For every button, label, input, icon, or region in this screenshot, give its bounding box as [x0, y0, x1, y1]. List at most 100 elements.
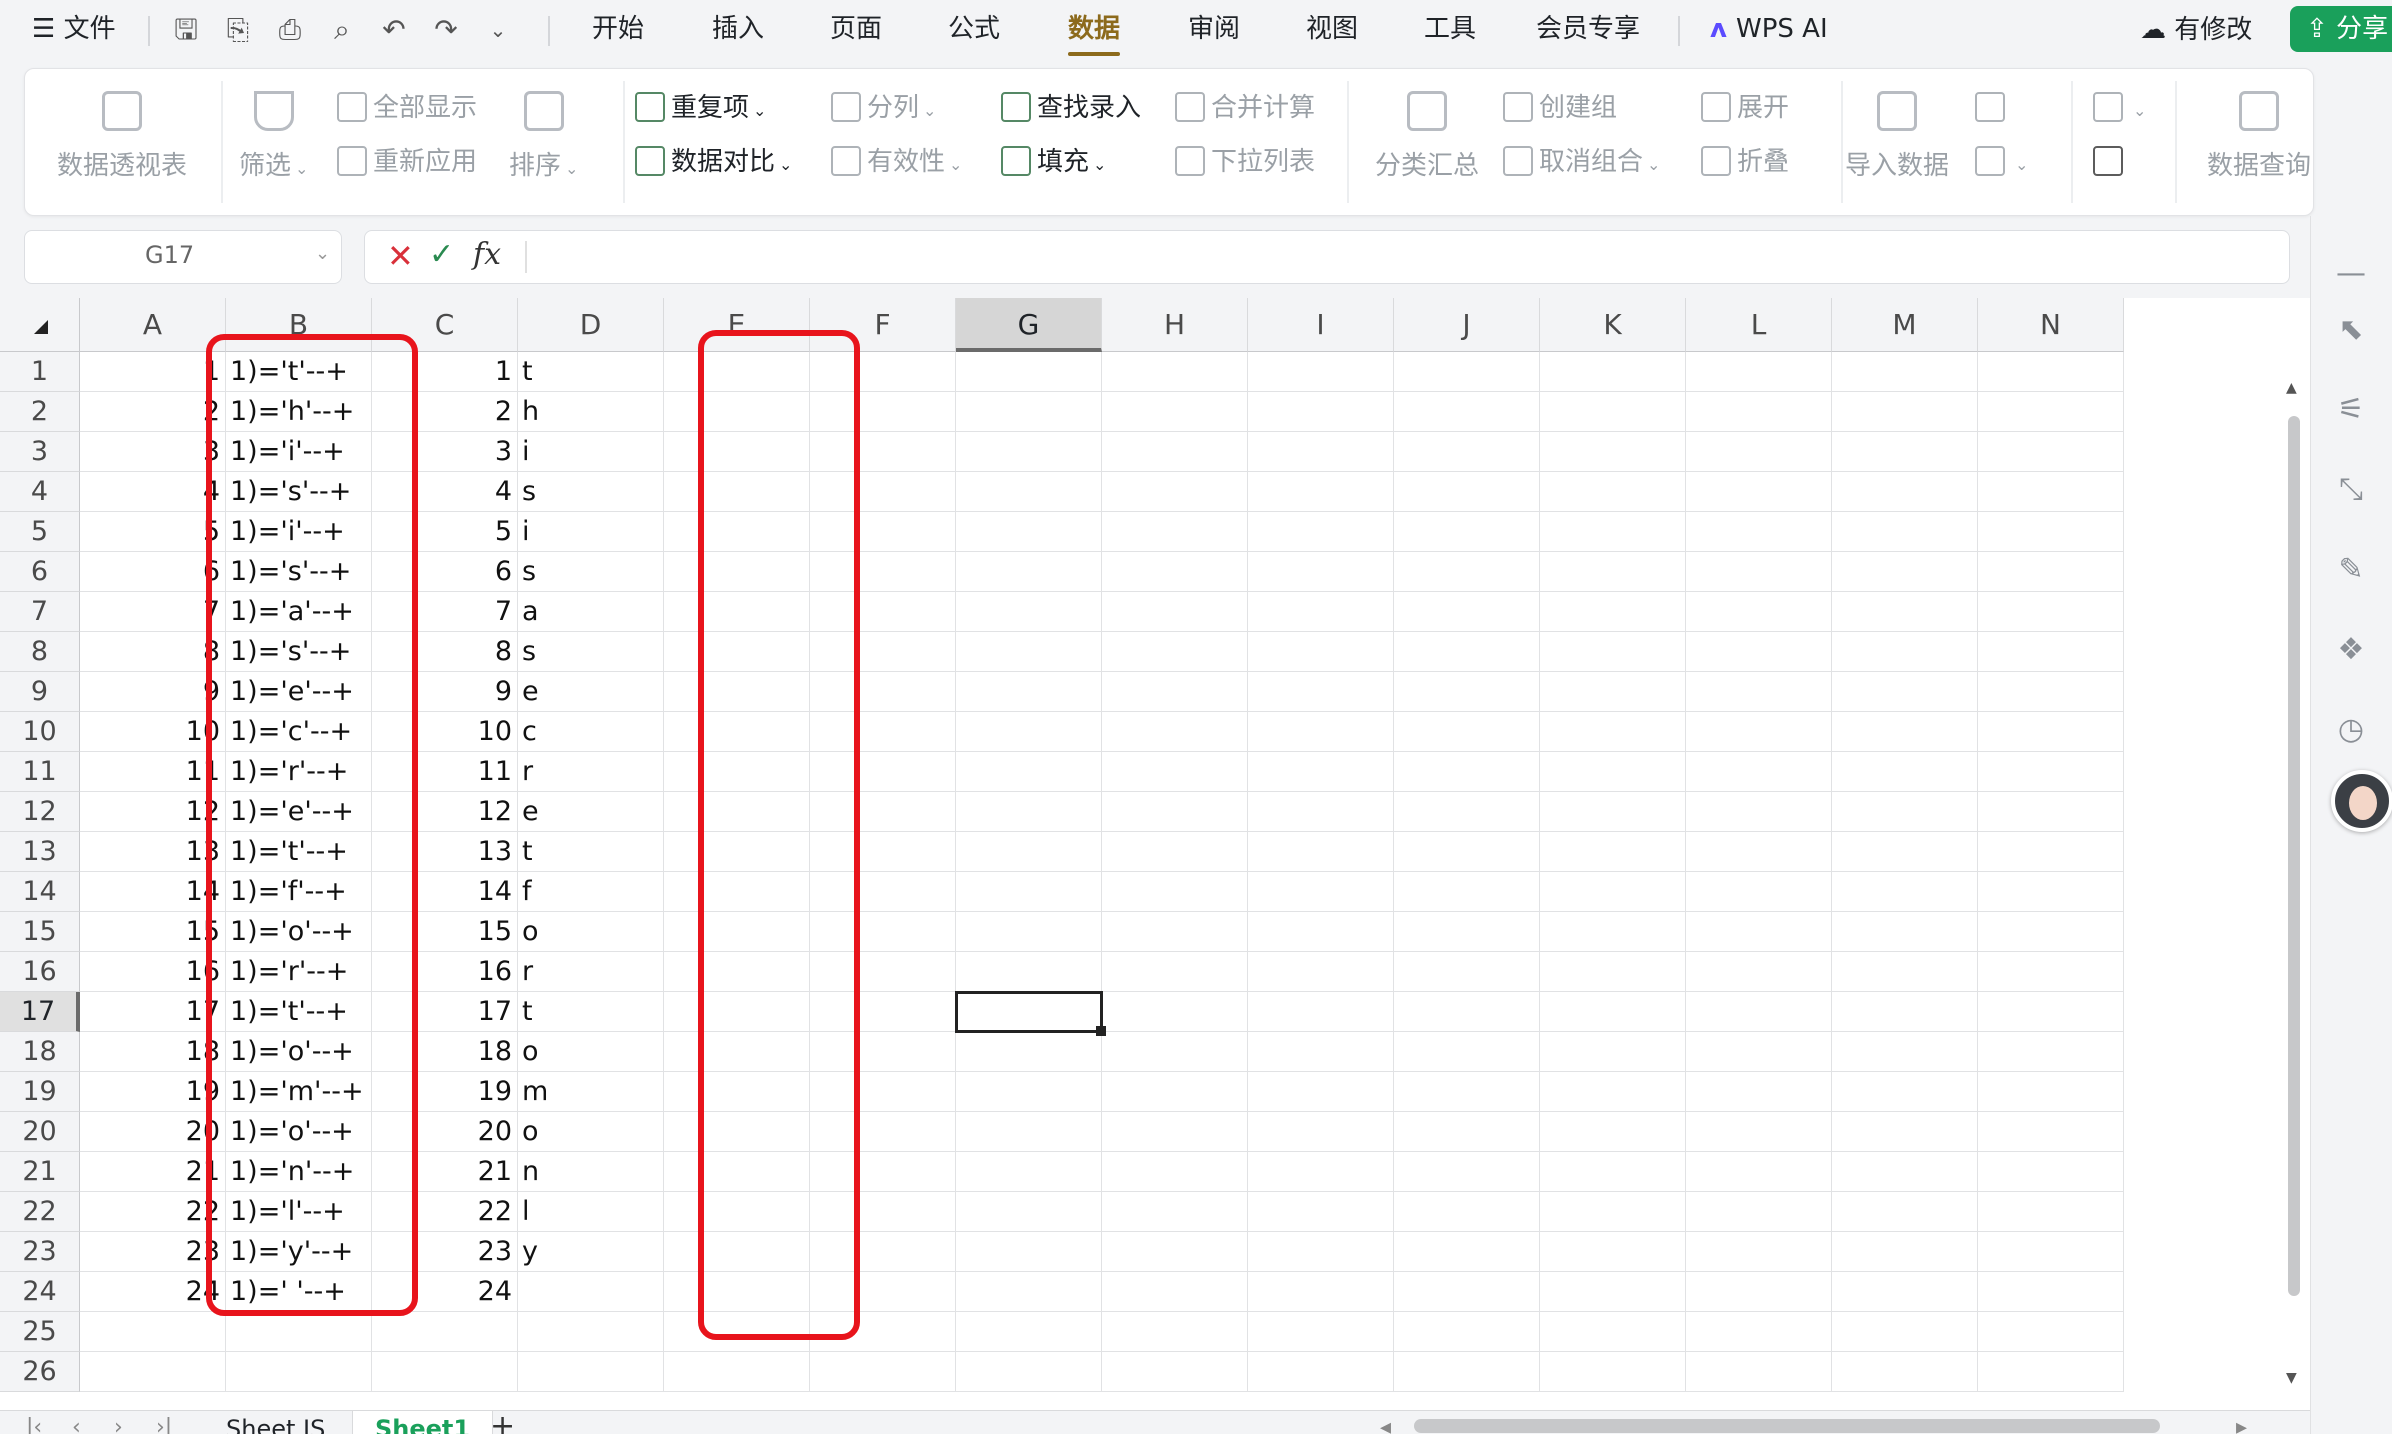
- scroll-thumb[interactable]: [2288, 416, 2300, 1296]
- cell-A9[interactable]: 9: [80, 672, 226, 712]
- row-header-15[interactable]: 15: [0, 912, 80, 952]
- filter-button[interactable]: 筛选 ⌄: [239, 91, 308, 182]
- sheet-tab-sheet-is[interactable]: Sheet IS: [226, 1411, 325, 1434]
- cell-D12[interactable]: e: [518, 792, 664, 832]
- cell-A5[interactable]: 5: [80, 512, 226, 552]
- cell-D10[interactable]: c: [518, 712, 664, 752]
- scroll-right-icon[interactable]: ▸: [2236, 1415, 2247, 1434]
- row-header-16[interactable]: 16: [0, 952, 80, 992]
- formula-bar[interactable]: ✕ ✓ fx: [364, 230, 2290, 284]
- reapply-button[interactable]: 重新应用: [337, 145, 477, 179]
- modified-status-button[interactable]: ☁ 有修改: [2140, 8, 2252, 52]
- ungroup-button[interactable]: 取消组合 ⌄: [1503, 145, 1660, 182]
- cell-A21[interactable]: 21: [80, 1152, 226, 1192]
- row-header-9[interactable]: 9: [0, 672, 80, 712]
- cell-D8[interactable]: s: [518, 632, 664, 672]
- save-icon[interactable]: 🖫: [170, 14, 202, 46]
- column-header-M[interactable]: M: [1832, 298, 1978, 352]
- scroll-down-icon[interactable]: ▼: [2286, 1370, 2297, 1386]
- cell-D16[interactable]: r: [518, 952, 664, 992]
- smart-tools-icon[interactable]: [2093, 145, 2129, 179]
- cell-D24[interactable]: [518, 1272, 664, 1312]
- data-source-icon[interactable]: ⌄: [1975, 145, 2028, 182]
- spreadsheet-grid[interactable]: ABCDEFGHIJKLMN 1 2 3 4 5 6 7 8 9 10 11 12 13 14 15 16 17…: [0, 298, 2310, 1410]
- row-header-17[interactable]: 17: [0, 992, 80, 1032]
- fill-handle[interactable]: [1096, 1026, 1106, 1036]
- import-data-button[interactable]: 导入数据: [1845, 91, 1949, 182]
- cell-A20[interactable]: 20: [80, 1112, 226, 1152]
- row-header-10[interactable]: 10: [0, 712, 80, 752]
- chevron-down-icon[interactable]: ⌄: [482, 14, 514, 46]
- tab-0[interactable]: 开始: [592, 0, 644, 60]
- file-menu[interactable]: ☰ 文件: [32, 0, 116, 60]
- cell-D22[interactable]: l: [518, 1192, 664, 1232]
- wps-ai-button[interactable]: ᴧ WPS AI: [1710, 0, 1828, 60]
- row-header-14[interactable]: 14: [0, 872, 80, 912]
- column-header-A[interactable]: A: [80, 298, 226, 352]
- scroll-up-icon[interactable]: ▲: [2286, 380, 2297, 396]
- cell-A23[interactable]: 23: [80, 1232, 226, 1272]
- column-header-I[interactable]: I: [1248, 298, 1394, 352]
- row-header-22[interactable]: 22: [0, 1192, 80, 1232]
- cell-A1[interactable]: 1: [80, 352, 226, 392]
- print-icon[interactable]: ⎙: [274, 14, 306, 46]
- cell-D26[interactable]: [518, 1352, 664, 1392]
- column-header-J[interactable]: J: [1394, 298, 1540, 352]
- duplicates-button[interactable]: 重复项 ⌄: [635, 91, 766, 128]
- row-header-6[interactable]: 6: [0, 552, 80, 592]
- tab-6[interactable]: 视图: [1306, 0, 1358, 60]
- cell-C26[interactable]: [372, 1352, 518, 1392]
- sort-button[interactable]: 排序 ⌄: [509, 91, 578, 182]
- cell-D9[interactable]: e: [518, 672, 664, 712]
- tab-5[interactable]: 审阅: [1188, 0, 1240, 60]
- more-tools-icon[interactable]: ⌄: [2093, 91, 2146, 128]
- tab-8[interactable]: 会员专享: [1536, 0, 1640, 60]
- find-entry-button[interactable]: 查找录入: [1001, 91, 1141, 125]
- subtotal-button[interactable]: 分类汇总: [1375, 91, 1479, 182]
- cell-D5[interactable]: i: [518, 512, 664, 552]
- active-cell-G17[interactable]: [955, 991, 1103, 1033]
- column-header-K[interactable]: K: [1540, 298, 1686, 352]
- tab-1[interactable]: 插入: [712, 0, 764, 60]
- cell-A15[interactable]: 15: [80, 912, 226, 952]
- cell-D6[interactable]: s: [518, 552, 664, 592]
- next-sheet-icon[interactable]: ›: [114, 1415, 123, 1434]
- cell-A3[interactable]: 3: [80, 432, 226, 472]
- validity-button[interactable]: 有效性 ⌄: [831, 145, 962, 182]
- vertical-scrollbar[interactable]: ▲ ▼: [2282, 360, 2306, 1386]
- column-header-D[interactable]: D: [518, 298, 664, 352]
- cell-A4[interactable]: 4: [80, 472, 226, 512]
- row-header-12[interactable]: 12: [0, 792, 80, 832]
- column-header-L[interactable]: L: [1686, 298, 1832, 352]
- cell-A24[interactable]: 24: [80, 1272, 226, 1312]
- cell-D18[interactable]: o: [518, 1032, 664, 1072]
- cell-D19[interactable]: m: [518, 1072, 664, 1112]
- row-header-19[interactable]: 19: [0, 1072, 80, 1112]
- cell-A26[interactable]: [80, 1352, 226, 1392]
- row-header-11[interactable]: 11: [0, 752, 80, 792]
- cell-D15[interactable]: o: [518, 912, 664, 952]
- prev-sheet-icon[interactable]: ‹: [72, 1415, 81, 1434]
- cell-D20[interactable]: o: [518, 1112, 664, 1152]
- row-header-23[interactable]: 23: [0, 1232, 80, 1272]
- cell-A16[interactable]: 16: [80, 952, 226, 992]
- cancel-formula-icon[interactable]: ✕: [387, 237, 414, 275]
- print-preview-icon[interactable]: ⌕: [326, 14, 358, 46]
- data-compare-button[interactable]: 数据对比 ⌄: [635, 145, 792, 182]
- tab-4[interactable]: 数据: [1068, 0, 1121, 60]
- dropdown-list-button[interactable]: 下拉列表: [1175, 145, 1315, 179]
- show-all-button[interactable]: 全部显示: [337, 91, 477, 125]
- column-header-N[interactable]: N: [1978, 298, 2124, 352]
- cell-A7[interactable]: 7: [80, 592, 226, 632]
- insert-function-icon[interactable]: fx: [473, 237, 501, 272]
- cell-D4[interactable]: s: [518, 472, 664, 512]
- cell-D17[interactable]: t: [518, 992, 664, 1032]
- cell-B26[interactable]: [226, 1352, 372, 1392]
- cell-A14[interactable]: 14: [80, 872, 226, 912]
- cell-D1[interactable]: t: [518, 352, 664, 392]
- cell-C25[interactable]: [372, 1312, 518, 1352]
- cell-D23[interactable]: y: [518, 1232, 664, 1272]
- column-header-H[interactable]: H: [1102, 298, 1248, 352]
- consolidate-button[interactable]: 合并计算: [1175, 91, 1315, 125]
- tools-icon[interactable]: ✎: [2333, 552, 2369, 588]
